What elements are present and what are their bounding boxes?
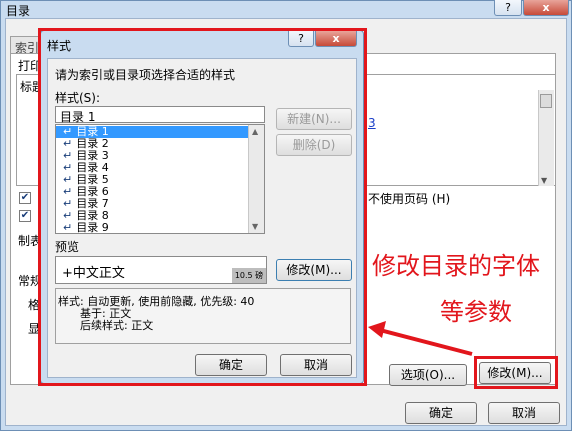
hyperlink-option-text: 不使用页码 <box>368 192 429 206</box>
outer-checkbox-1[interactable]: ✔ <box>19 192 31 204</box>
outer-help-button[interactable]: ? <box>494 0 522 16</box>
annotation-arrow-icon <box>368 321 473 356</box>
outer-ok-button[interactable]: 确定 <box>405 402 477 424</box>
preview-scroll-thumb[interactable] <box>540 94 552 108</box>
style-dialog-highlight <box>38 28 367 386</box>
outer-checkbox-2[interactable]: ✔ <box>19 210 31 222</box>
scroll-down-arrow-icon[interactable]: ▼ <box>541 176 547 185</box>
options-button[interactable]: 选项(O)... <box>389 364 467 386</box>
annotation-line-1: 修改目录的字体 <box>372 252 540 280</box>
web-preview-link[interactable]: 3 <box>368 116 376 130</box>
toc-dialog-title: 目录 <box>6 4 31 18</box>
hyperlink-option-accel: (H) <box>431 192 451 206</box>
outer-close-button[interactable]: x <box>523 0 569 16</box>
hyperlink-option-label: 不使用页码 (H) <box>368 190 450 207</box>
outer-cancel-button[interactable]: 取消 <box>488 402 560 424</box>
modify-button-highlight <box>474 356 558 389</box>
